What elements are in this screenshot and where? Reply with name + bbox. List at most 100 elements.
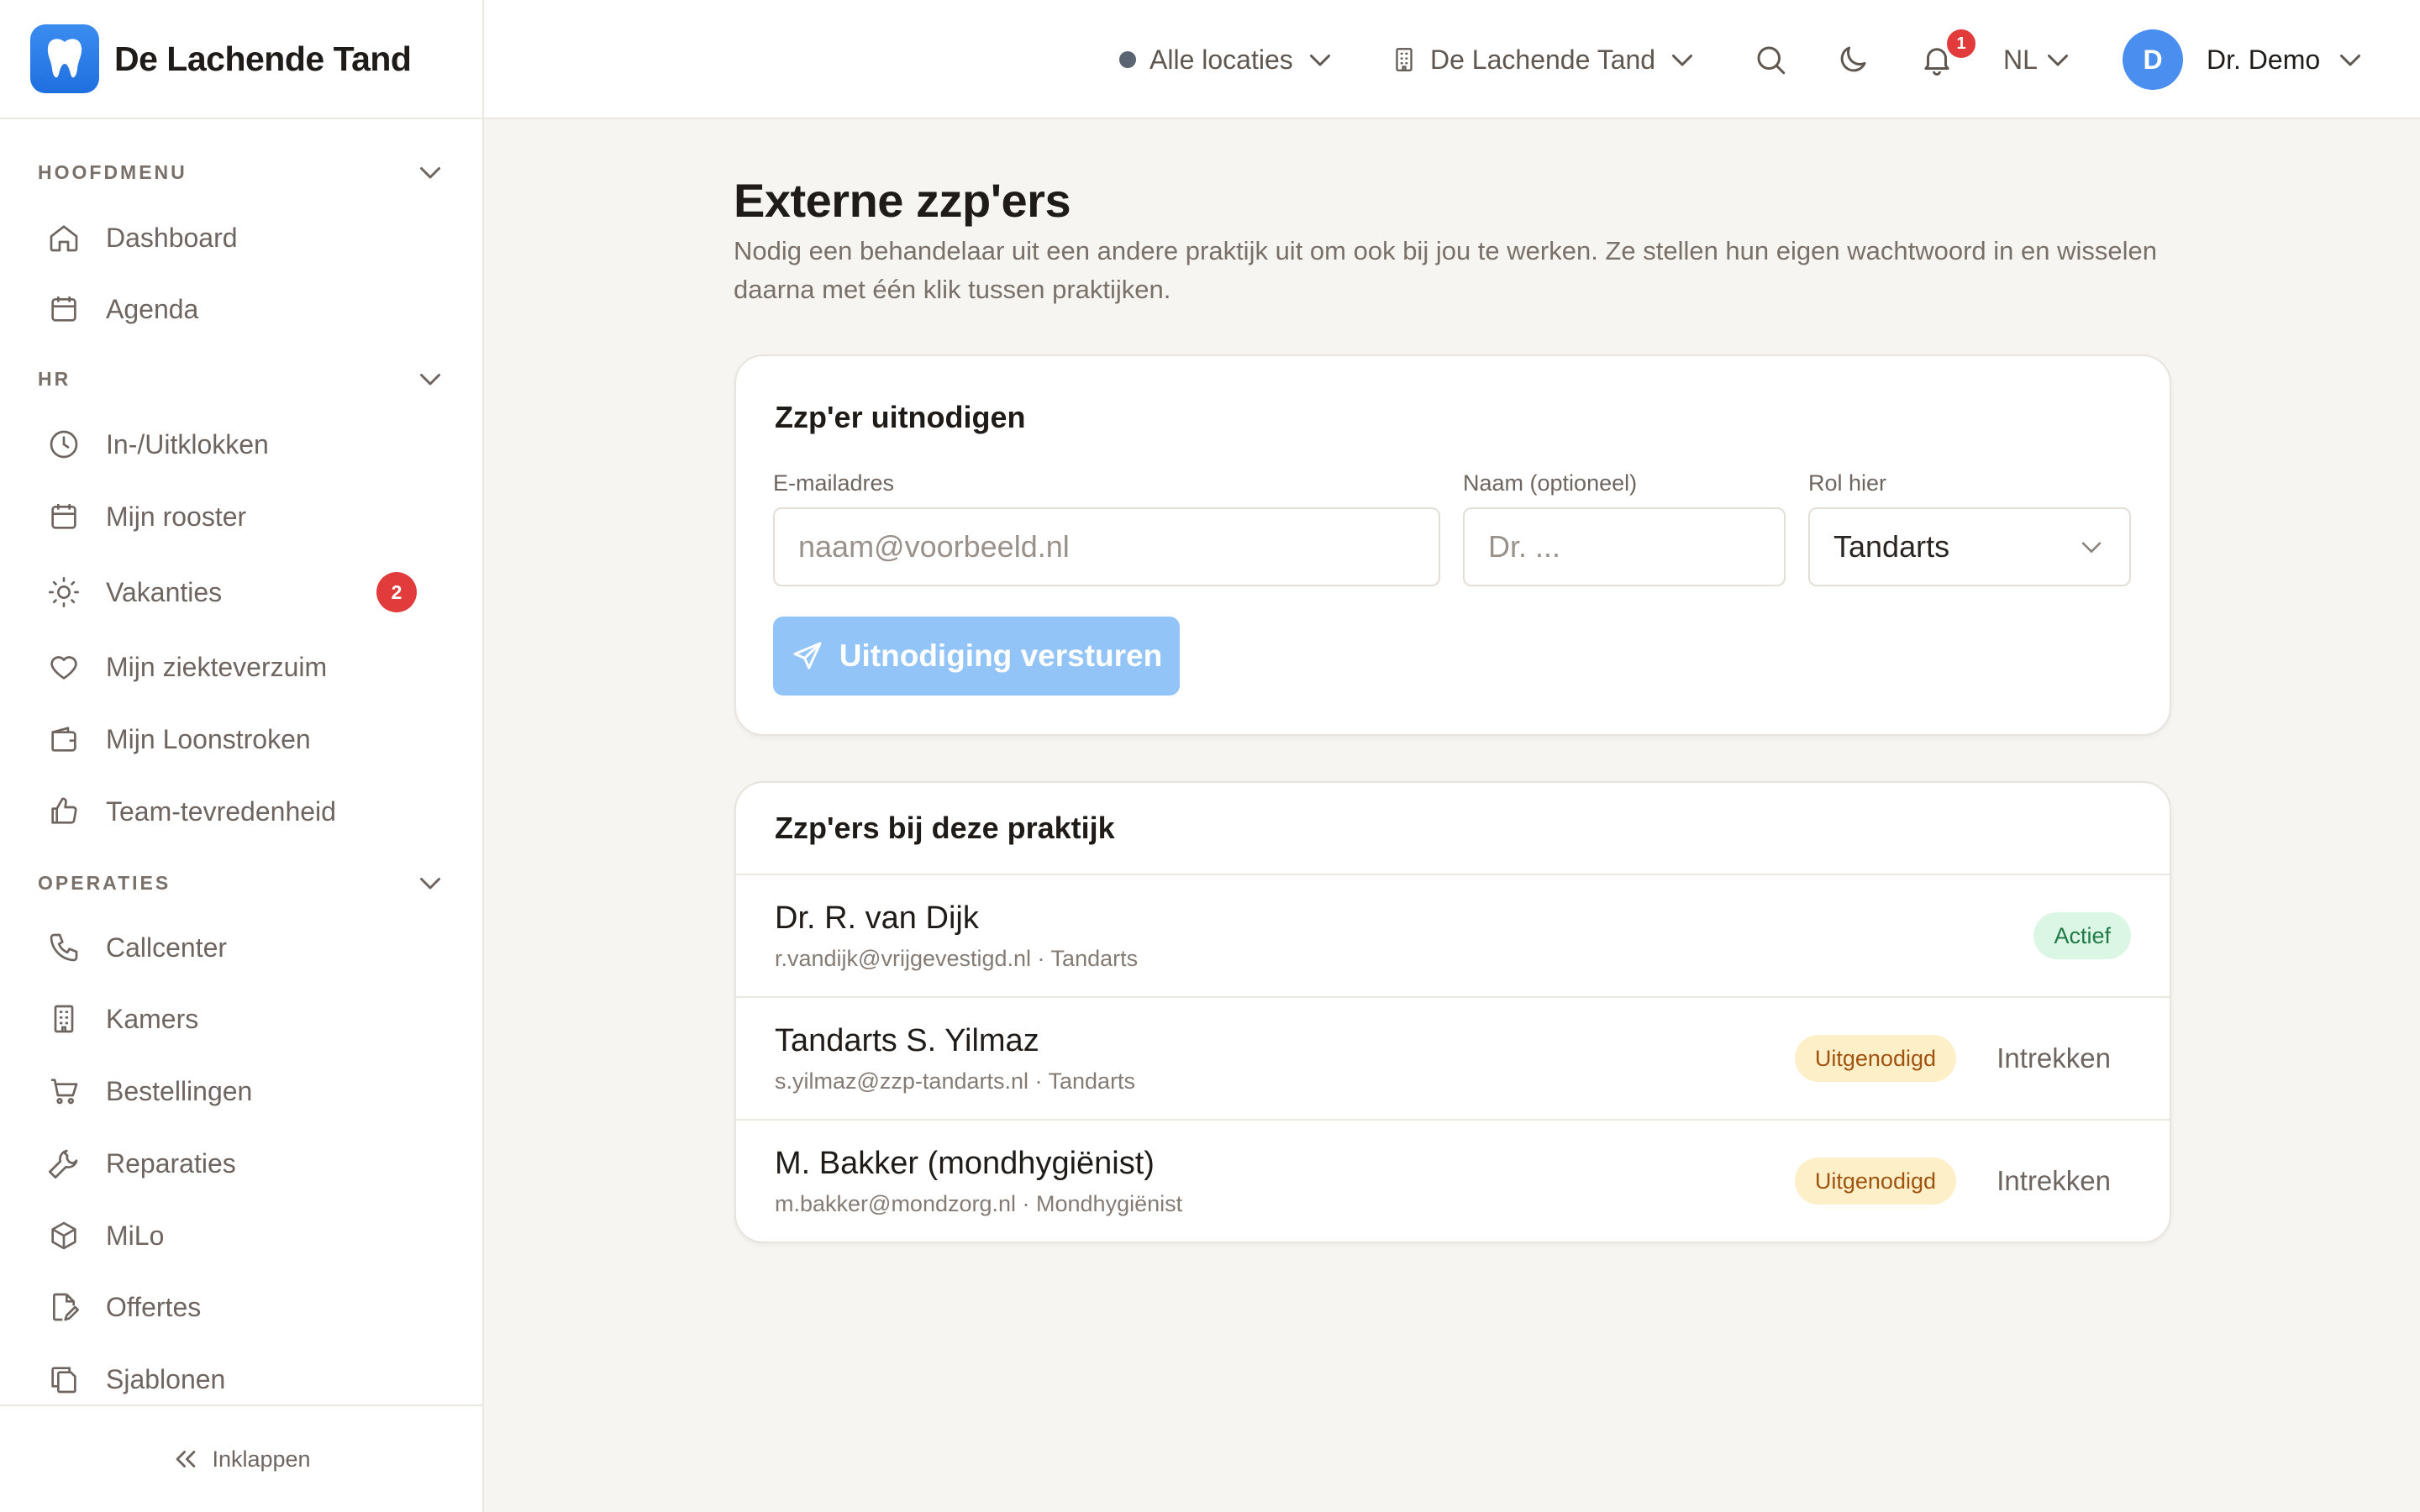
building-icon xyxy=(47,1002,81,1036)
table-row: M. Bakker (mondhygiënist) m.bakker@mondz… xyxy=(736,1121,2170,1243)
sidebar-item-reparaties[interactable]: Reparaties xyxy=(25,1133,457,1194)
chevron-down-icon xyxy=(2335,45,2365,75)
sidebar-item-agenda[interactable]: Agenda xyxy=(25,279,457,339)
topbar: Alle locaties De Lachende Tand 1 NL D Dr… xyxy=(484,0,2420,119)
sidebar-item-dashboard[interactable]: Dashboard xyxy=(25,207,457,268)
sidebar-item-vakanties[interactable]: Vakanties 2 xyxy=(25,562,457,622)
freelancer-name: Tandarts S. Yilmaz xyxy=(775,1023,1039,1058)
search-button[interactable] xyxy=(1753,0,1788,119)
box-icon xyxy=(47,1219,81,1252)
sidebar-item-label: Agenda xyxy=(106,293,199,324)
chevron-down-icon xyxy=(1667,45,1697,75)
name-field[interactable]: Dr. ... xyxy=(1463,507,1786,586)
brand-name: De Lachende Tand xyxy=(114,39,412,78)
sidebar: De Lachende Tand HOOFDMENU Dashboard Age… xyxy=(0,0,484,1512)
sidebar-item-label: Callcenter xyxy=(106,932,228,963)
notification-badge: 1 xyxy=(1944,27,1978,60)
sidebar-item-label: Dashboard xyxy=(106,222,238,253)
section-operaties[interactable]: OPERATIES xyxy=(0,858,482,908)
location-label: Alle locaties xyxy=(1150,44,1293,75)
chevrons-left-icon xyxy=(171,1445,200,1473)
sidebar-item-label: Reparaties xyxy=(106,1147,236,1179)
sidebar-item-mijn-loonstroken[interactable]: Mijn Loonstroken xyxy=(25,709,457,769)
sidebar-item-milo[interactable]: MiLo xyxy=(25,1205,457,1266)
page-title: Externe zzp'ers xyxy=(734,174,1071,227)
email-field[interactable]: naam@voorbeeld.nl xyxy=(773,507,1440,586)
page-description: Nodig een behandelaar uit een andere pra… xyxy=(734,236,2157,304)
freelancers-card: Zzp'ers bij deze praktijk Dr. R. van Dij… xyxy=(734,781,2171,1243)
name-label: Naam (optioneel) xyxy=(1463,470,1638,496)
revoke-button[interactable]: Intrekken xyxy=(1996,1158,2111,1205)
tooth-logo-icon xyxy=(30,24,99,93)
role-select[interactable]: Tandarts xyxy=(1808,507,2131,586)
freelancers-card-title: Zzp'ers bij deze praktijk xyxy=(775,811,1115,845)
practice-selector[interactable]: De Lachende Tand xyxy=(1390,0,1697,119)
calendar-icon xyxy=(47,500,81,533)
status-badge: Uitgenodigd xyxy=(1794,1035,1956,1082)
table-row: Tandarts S. Yilmaz s.yilmaz@zzp-tandarts… xyxy=(736,998,2170,1121)
clock-icon xyxy=(47,428,81,461)
notification-badge: 2 xyxy=(376,572,417,612)
heart-icon xyxy=(47,650,81,684)
calendar-icon xyxy=(47,292,81,326)
phone-icon xyxy=(47,931,81,964)
sidebar-item-team-tevredenheid[interactable]: Team-tevredenheid xyxy=(25,781,457,842)
notifications-button[interactable]: 1 xyxy=(1919,0,1978,119)
chevron-down-icon xyxy=(415,868,445,898)
wrench-icon xyxy=(47,1147,81,1180)
thumbs-up-icon xyxy=(47,795,81,828)
sidebar-item-sjablonen[interactable]: Sjablonen xyxy=(25,1349,457,1410)
moon-icon xyxy=(1835,42,1870,77)
status-badge: Actief xyxy=(2033,912,2131,959)
file-edit-icon xyxy=(47,1290,81,1324)
sidebar-item-label: Mijn rooster xyxy=(106,501,247,532)
role-value: Tandarts xyxy=(1833,529,1950,564)
freelancers-card-header: Zzp'ers bij deze praktijk xyxy=(736,783,2170,875)
revoke-button[interactable]: Intrekken xyxy=(1996,1035,2111,1082)
chevron-down-icon xyxy=(2077,533,2106,561)
building-icon xyxy=(1390,45,1418,74)
copy-icon xyxy=(47,1362,81,1396)
section-hr[interactable]: HR xyxy=(0,354,482,404)
freelancer-details: m.bakker@mondzorg.nl · Mondhygiënist xyxy=(775,1191,1183,1216)
table-row: Dr. R. van Dijk r.vandijk@vrijgevestigd.… xyxy=(736,875,2170,998)
freelancer-details: r.vandijk@vrijgevestigd.nl · Tandarts xyxy=(775,946,1139,971)
sidebar-item-offertes[interactable]: Offertes xyxy=(25,1277,457,1337)
sidebar-item-label: Team-tevredenheid xyxy=(106,795,336,827)
sidebar-item-label: In-/Uitklokken xyxy=(106,428,269,459)
collapse-label: Inklappen xyxy=(212,1446,311,1472)
collapse-sidebar-button[interactable]: Inklappen xyxy=(0,1404,482,1512)
sun-icon xyxy=(47,575,81,609)
freelancer-name: Dr. R. van Dijk xyxy=(775,900,979,936)
send-invite-button[interactable]: Uitnodiging versturen xyxy=(773,617,1180,696)
user-menu[interactable]: D Dr. Demo xyxy=(2123,0,2365,119)
language-selector[interactable]: NL xyxy=(2003,0,2073,119)
dark-mode-toggle[interactable] xyxy=(1835,0,1870,119)
sidebar-item-in-uitklokken[interactable]: In-/Uitklokken xyxy=(25,414,457,475)
avatar: D xyxy=(2123,29,2183,90)
section-label: HOOFDMENU xyxy=(38,160,187,183)
sidebar-item-callcenter[interactable]: Callcenter xyxy=(25,917,457,978)
sidebar-item-mijn-ziekteverzuim[interactable]: Mijn ziekteverzuim xyxy=(25,637,457,697)
chevron-down-icon xyxy=(415,157,445,187)
status-badge: Uitgenodigd xyxy=(1794,1158,1956,1205)
send-invite-label: Uitnodiging versturen xyxy=(839,638,1163,673)
language-label: NL xyxy=(2003,44,2038,75)
sidebar-item-label: Mijn Loonstroken xyxy=(106,723,311,754)
sidebar-item-bestellingen[interactable]: Bestellingen xyxy=(25,1061,457,1121)
invite-card-title: Zzp'er uitnodigen xyxy=(775,400,1026,434)
freelancer-details: s.yilmaz@zzp-tandarts.nl · Tandarts xyxy=(775,1068,1136,1094)
freelancer-name: M. Bakker (mondhygiënist) xyxy=(775,1146,1155,1181)
location-selector[interactable]: Alle locaties xyxy=(1119,0,1335,119)
location-dot-icon xyxy=(1119,51,1136,68)
brand[interactable]: De Lachende Tand xyxy=(0,0,482,119)
search-icon xyxy=(1753,42,1788,77)
role-label: Rol hier xyxy=(1808,470,1887,496)
practice-label: De Lachende Tand xyxy=(1430,44,1656,75)
sidebar-item-label: MiLo xyxy=(106,1220,165,1251)
sidebar-item-mijn-rooster[interactable]: Mijn rooster xyxy=(25,486,457,547)
sidebar-item-label: Kamers xyxy=(106,1003,199,1034)
sidebar-item-kamers[interactable]: Kamers xyxy=(25,989,457,1049)
sidebar-item-label: Vakanties xyxy=(106,576,223,607)
section-hoofdmenu[interactable]: HOOFDMENU xyxy=(0,147,482,197)
